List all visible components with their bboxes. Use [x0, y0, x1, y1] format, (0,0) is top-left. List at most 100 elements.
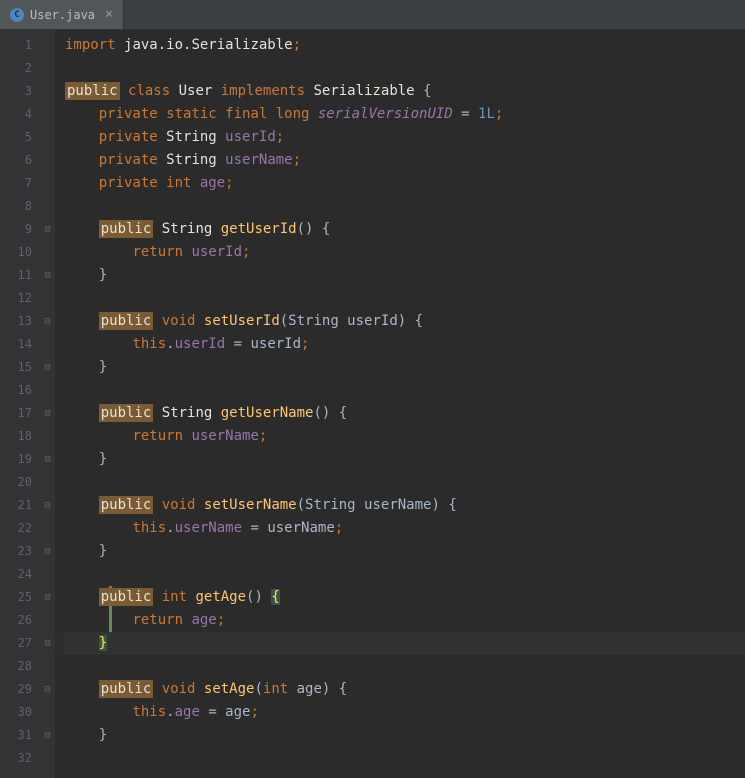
fold-mark	[40, 34, 55, 57]
fold-mark[interactable]: ⊟	[40, 356, 55, 379]
fold-mark[interactable]: ⊟	[40, 310, 55, 333]
code-line[interactable]: public String getUserId() {	[65, 218, 745, 241]
fold-mark[interactable]: ⊟	[40, 724, 55, 747]
code-line[interactable]: public void setUserName(String userName)…	[65, 494, 745, 517]
fold-mark[interactable]: ⊟	[40, 448, 55, 471]
line-number[interactable]: 13	[0, 310, 40, 333]
code-line[interactable]	[65, 57, 745, 80]
line-number[interactable]: 28	[0, 655, 40, 678]
line-number[interactable]: 23	[0, 540, 40, 563]
code-line[interactable]	[65, 747, 745, 770]
fold-mark[interactable]: ⊟	[40, 632, 55, 655]
code-line[interactable]: }	[65, 632, 745, 655]
code-line[interactable]: }	[65, 264, 745, 287]
code-line[interactable]: public void setAge(int age) {	[65, 678, 745, 701]
code-line[interactable]: }	[65, 540, 745, 563]
code-line[interactable]: }	[65, 724, 745, 747]
code-line[interactable]: private String userId;	[65, 126, 745, 149]
line-number[interactable]: 20	[0, 471, 40, 494]
code-line[interactable]: public int getAge() {	[65, 586, 745, 609]
code-line[interactable]: public class User implements Serializabl…	[65, 80, 745, 103]
fold-mark	[40, 287, 55, 310]
line-number[interactable]: 8	[0, 195, 40, 218]
line-number[interactable]: 32	[0, 747, 40, 770]
code-line[interactable]: private int age;	[65, 172, 745, 195]
close-icon[interactable]: ×	[105, 7, 113, 22]
code-line[interactable]: this.age = age;	[65, 701, 745, 724]
line-number[interactable]: 31	[0, 724, 40, 747]
code-line[interactable]	[65, 195, 745, 218]
line-number[interactable]: 21	[0, 494, 40, 517]
code-line[interactable]	[65, 471, 745, 494]
line-number[interactable]: 25	[0, 586, 40, 609]
code-line[interactable]	[65, 287, 745, 310]
line-number[interactable]: 26	[0, 609, 40, 632]
line-number[interactable]: 2	[0, 57, 40, 80]
line-number[interactable]: 6	[0, 149, 40, 172]
code-line[interactable]: public void setUserId(String userId) {	[65, 310, 745, 333]
line-number[interactable]: 11	[0, 264, 40, 287]
fold-mark[interactable]: ⊟	[40, 678, 55, 701]
fold-mark[interactable]: ⊟	[40, 586, 55, 609]
code-line[interactable]	[65, 379, 745, 402]
code-line[interactable]: this.userName = userName;	[65, 517, 745, 540]
code-line[interactable]: }	[65, 448, 745, 471]
fold-mark	[40, 517, 55, 540]
code-line[interactable]: private String userName;	[65, 149, 745, 172]
file-tab[interactable]: C User.java ×	[0, 0, 124, 29]
code-line[interactable]	[65, 563, 745, 586]
line-number[interactable]: 4	[0, 103, 40, 126]
line-number[interactable]: 27	[0, 632, 40, 655]
fold-mark[interactable]: ⊟	[40, 494, 55, 517]
line-number[interactable]: 24	[0, 563, 40, 586]
line-number[interactable]: 12	[0, 287, 40, 310]
fold-mark[interactable]: ⊟	[40, 264, 55, 287]
line-number[interactable]: 18	[0, 425, 40, 448]
fold-mark	[40, 425, 55, 448]
fold-mark	[40, 333, 55, 356]
line-number[interactable]: 15	[0, 356, 40, 379]
class-file-icon: C	[10, 8, 24, 22]
fold-mark[interactable]: ⊟	[40, 402, 55, 425]
code-area[interactable]: import java.io.Serializable; public class…	[55, 30, 745, 778]
fold-mark[interactable]: ⊟	[40, 540, 55, 563]
line-number[interactable]: 14	[0, 333, 40, 356]
line-number[interactable]: 9	[0, 218, 40, 241]
fold-gutter[interactable]: ⊟ ⊟ ⊟ ⊟ ⊟ ⊟ ⊟ ⊟ ⊟ ⊟ ⊟ ⊟	[40, 30, 55, 778]
fold-mark	[40, 379, 55, 402]
code-line[interactable]: }	[65, 356, 745, 379]
fold-mark	[40, 149, 55, 172]
fold-mark	[40, 563, 55, 586]
fold-mark	[40, 172, 55, 195]
line-number[interactable]: 29	[0, 678, 40, 701]
line-number[interactable]: 1	[0, 34, 40, 57]
code-line[interactable]: return userName;	[65, 425, 745, 448]
code-line[interactable]	[65, 655, 745, 678]
code-line[interactable]: return age;	[65, 609, 745, 632]
fold-mark	[40, 103, 55, 126]
fold-mark	[40, 195, 55, 218]
fold-mark[interactable]: ⊟	[40, 218, 55, 241]
line-number-gutter[interactable]: 1234567891011121314151617181920212223242…	[0, 30, 40, 778]
code-line[interactable]: return userId;	[65, 241, 745, 264]
code-line[interactable]: this.userId = userId;	[65, 333, 745, 356]
fold-mark	[40, 241, 55, 264]
fold-mark	[40, 747, 55, 770]
fold-mark	[40, 126, 55, 149]
fold-mark	[40, 609, 55, 632]
line-number[interactable]: 22	[0, 517, 40, 540]
line-number[interactable]: 30	[0, 701, 40, 724]
line-number[interactable]: 7	[0, 172, 40, 195]
fold-mark	[40, 471, 55, 494]
code-line[interactable]: private static final long serialVersionU…	[65, 103, 745, 126]
line-number[interactable]: 5	[0, 126, 40, 149]
fold-mark	[40, 57, 55, 80]
line-number[interactable]: 10	[0, 241, 40, 264]
line-number[interactable]: 3	[0, 80, 40, 103]
tab-label: User.java	[30, 8, 95, 22]
code-line[interactable]: public String getUserName() {	[65, 402, 745, 425]
code-line[interactable]: import java.io.Serializable;	[65, 34, 745, 57]
line-number[interactable]: 19	[0, 448, 40, 471]
line-number[interactable]: 17	[0, 402, 40, 425]
line-number[interactable]: 16	[0, 379, 40, 402]
